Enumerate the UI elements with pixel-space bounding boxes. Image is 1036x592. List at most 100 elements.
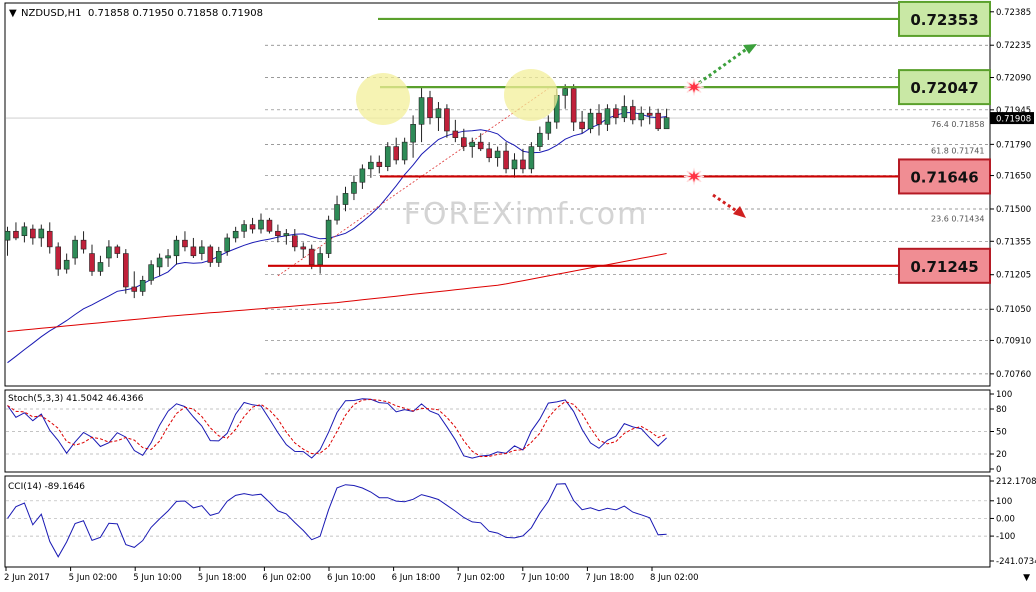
- candle-body: [4, 230, 11, 241]
- candle-body: [545, 121, 552, 134]
- level-label: 0.72047: [910, 79, 978, 97]
- cci-tick-label: -100: [996, 532, 1015, 542]
- candle-body: [13, 230, 19, 239]
- chart-window[interactable]: 76.4 0.71858 61.8 0.71741 23.6 0.71434 0.7…: [0, 0, 1036, 588]
- price-tick-label: 0.71355: [996, 237, 1031, 247]
- candle-body: [503, 150, 509, 170]
- candle-body: [351, 181, 357, 194]
- level-label: 0.71646: [910, 168, 978, 186]
- candle-body: [384, 146, 391, 167]
- candle-body: [663, 117, 670, 130]
- fib-level-label: 76.4 0.71858: [931, 120, 984, 129]
- candle-body: [342, 193, 349, 205]
- price-tick-label: 0.72235: [996, 41, 1031, 51]
- time-tick-label: 6 Jun 10:00: [327, 573, 376, 583]
- price-tick-label: 0.72090: [996, 74, 1031, 84]
- candle-body: [655, 112, 661, 130]
- candle-body: [275, 230, 281, 237]
- candle-body: [291, 235, 298, 248]
- stochastic-tick-label: 50: [996, 428, 1007, 438]
- time-tick-label: 7 Jun 10:00: [521, 573, 570, 583]
- candle-body: [266, 219, 273, 232]
- candle-body: [80, 239, 87, 250]
- time-tick-label: 8 Jun 02:00: [650, 573, 699, 583]
- time-tick-label: 6 Jun 02:00: [262, 573, 311, 583]
- candle-body: [148, 264, 154, 281]
- time-tick-label: 5 Jun 10:00: [133, 573, 182, 583]
- cci-tick-label: 212.1708: [996, 477, 1036, 487]
- candle-body: [55, 246, 62, 270]
- chart-symbol: NZDUSD,H1: [21, 8, 81, 19]
- level-label: 0.72353: [910, 11, 978, 29]
- candle-body: [570, 88, 577, 123]
- candle-body: [334, 204, 340, 221]
- highlight-circle-1: [356, 73, 410, 125]
- price-tick-label: 0.71790: [996, 140, 1031, 150]
- candle-body: [123, 253, 129, 288]
- candle-body: [38, 228, 45, 239]
- candle-body: [452, 130, 459, 138]
- price-tick-label: 0.70910: [996, 336, 1031, 346]
- candle-body: [97, 262, 104, 272]
- candle-body: [646, 112, 653, 116]
- candle-body: [435, 108, 442, 118]
- candle-body: [511, 159, 518, 170]
- price-tick-label: 0.71650: [996, 172, 1031, 182]
- candle-body: [30, 228, 36, 239]
- candle-body: [638, 112, 645, 121]
- time-tick-label: 5 Jun 18:00: [198, 573, 247, 583]
- candle-body: [317, 253, 323, 265]
- candle-body: [410, 124, 416, 143]
- candle-body: [494, 150, 501, 159]
- scroll-marker-icon[interactable]: ▼: [1023, 573, 1030, 583]
- chart-canvas[interactable]: 76.4 0.71858 61.8 0.71741 23.6 0.71434 0.7…: [0, 0, 1036, 588]
- candle-body: [460, 137, 467, 147]
- candle-body: [300, 246, 307, 250]
- stochastic-label: Stoch(5,3,3) 41.5042 46.4366: [8, 394, 144, 404]
- candle-body: [520, 159, 526, 170]
- breakdown-burst-icon: [683, 167, 705, 186]
- candle-body: [469, 141, 476, 147]
- stochastic-tick-label: 80: [996, 405, 1007, 415]
- candle-body: [418, 97, 425, 125]
- price-tick-label: 0.71205: [996, 271, 1031, 281]
- symbol-dropdown-arrow[interactable]: ▼: [9, 8, 17, 19]
- cci-tick-label: -241.0734: [996, 557, 1036, 567]
- candle-body: [224, 237, 230, 252]
- candle-body: [579, 121, 585, 130]
- candle-body: [215, 251, 222, 263]
- candle-body: [325, 219, 332, 254]
- candle-body: [537, 132, 543, 147]
- candle-body: [368, 161, 374, 170]
- last-price-label: 0.71908: [996, 115, 1031, 125]
- breakout-burst-icon: [683, 77, 705, 97]
- candle-body: [89, 253, 95, 272]
- candle-body: [376, 161, 383, 167]
- candle-body: [596, 112, 602, 125]
- candle-body: [486, 148, 492, 159]
- price-tick-label: 0.70760: [996, 370, 1031, 380]
- candle-body: [131, 286, 138, 292]
- stochastic-tick-label: 100: [996, 390, 1012, 400]
- candle-body: [401, 141, 408, 161]
- candle-body: [359, 168, 366, 183]
- candle-body: [241, 224, 247, 232]
- price-tick-label: 0.71500: [996, 205, 1031, 215]
- candle-body: [207, 246, 214, 263]
- candle-body: [258, 219, 264, 230]
- cci-label: CCI(14) -89.1646: [8, 482, 85, 492]
- candle-body: [249, 224, 256, 230]
- candle-body: [528, 146, 535, 170]
- cci-tick-label: 0.00: [996, 514, 1015, 524]
- candle-body: [182, 239, 188, 248]
- candle-body: [72, 239, 78, 259]
- candle-body: [232, 230, 239, 239]
- candle-body: [156, 257, 163, 268]
- candle-body: [444, 108, 450, 132]
- fib-level-label: 23.6 0.71434: [931, 215, 984, 224]
- chart-ohlc: 0.71858 0.71950 0.71858 0.71908: [88, 8, 263, 19]
- stochastic-tick-label: 20: [996, 450, 1007, 460]
- candle-body: [190, 246, 197, 257]
- candle-body: [604, 108, 611, 125]
- candle-body: [477, 141, 484, 150]
